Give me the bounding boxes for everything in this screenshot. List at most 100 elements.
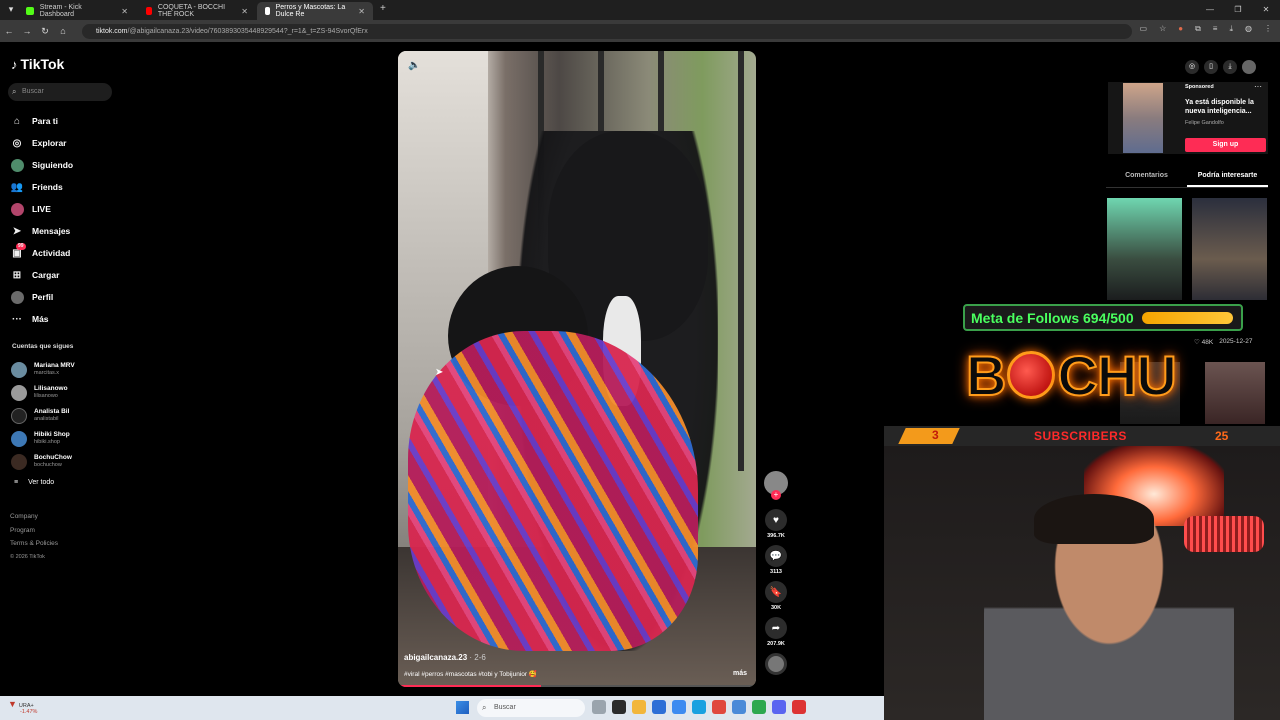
tab-comentarios[interactable]: Comentarios — [1106, 168, 1187, 187]
following-item[interactable]: Analista Bil analistabil — [11, 404, 75, 427]
app-icon[interactable] — [732, 700, 746, 714]
recommended-video-thumbnail[interactable] — [1192, 198, 1267, 300]
more-link[interactable]: más — [733, 670, 747, 677]
device-icon[interactable]: ▯ — [1204, 60, 1218, 74]
ad-more-icon[interactable]: ··· — [1254, 82, 1262, 91]
footer-link-terms[interactable]: Terms & Policies — [10, 537, 58, 551]
close-tab-icon[interactable]: ✕ — [121, 7, 128, 16]
recommended-video-thumbnail[interactable] — [1107, 198, 1182, 300]
home-icon[interactable]: ⌂ — [54, 26, 72, 36]
windows-start-icon[interactable] — [456, 701, 469, 714]
video-progress-bar[interactable] — [398, 685, 756, 687]
new-tab-icon[interactable]: + — [380, 3, 386, 14]
like-action[interactable]: ♥ 396.7K — [765, 509, 787, 539]
taskbar-search-input[interactable]: ⌕ Buscar — [477, 699, 585, 717]
extension-icon[interactable]: ● — [1178, 24, 1183, 34]
following-item[interactable]: Lilisanowo lilisanowo — [11, 381, 75, 404]
file-explorer-icon[interactable] — [632, 700, 646, 714]
comment-count: 3113 — [770, 569, 782, 575]
close-window-icon[interactable]: ✕ — [1252, 0, 1280, 20]
video-player[interactable]: 🔈 abigailcanaza.23 · 2-6 #viral #perros … — [398, 51, 756, 687]
sidebar-item-explorar[interactable]: ◎ Explorar — [10, 132, 73, 154]
like-count: 396.7K — [767, 533, 785, 539]
tab-youtube-coqueta[interactable]: COQUETA - BOCCHI THE ROCK ✕ — [138, 2, 256, 20]
sidebar-item-friends[interactable]: 👥 Friends — [10, 176, 73, 198]
tiktok-favicon-icon — [265, 7, 270, 15]
minimize-icon[interactable]: — — [1196, 0, 1224, 20]
following-item[interactable]: Hibiki Shop hibiki.shop — [11, 427, 75, 450]
download-icon[interactable]: ⤓ — [1223, 60, 1237, 74]
sidebar-item-para-ti[interactable]: ⌂ Para ti — [10, 110, 73, 132]
cast-icon[interactable]: ▭ — [1140, 24, 1148, 34]
sidebar-item-perfil[interactable]: Perfil — [10, 286, 73, 308]
stock-chart-icon: ▼ — [8, 699, 17, 709]
compass-icon[interactable]: ◎ — [1185, 60, 1199, 74]
sign-up-button[interactable]: Sign up — [1185, 138, 1266, 152]
back-icon[interactable]: ← — [0, 26, 18, 36]
store-icon[interactable] — [652, 700, 666, 714]
profile-icon[interactable]: ◍ — [1245, 24, 1252, 34]
copyright: © 2026 TikTok — [10, 553, 45, 560]
puzzle-icon[interactable]: ⧉ — [1195, 24, 1201, 34]
avatar[interactable] — [1242, 60, 1256, 74]
footer-link-company[interactable]: Company — [10, 510, 58, 524]
tab-title: Stream - Kick Dashboard — [39, 4, 82, 18]
reload-icon[interactable]: ↻ — [36, 26, 54, 37]
stock-widget[interactable]: ▼ URA+ -1.47% — [8, 699, 37, 716]
subscribers-label: SUBSCRIBERS — [1034, 429, 1127, 443]
discord-icon[interactable] — [772, 700, 786, 714]
home-icon: ⌂ — [13, 115, 21, 127]
comment-action[interactable]: 💬 3113 — [765, 545, 787, 575]
save-action[interactable]: 🔖 30K — [765, 581, 787, 611]
sidebar-item-cargar[interactable]: ⊞ Cargar — [10, 264, 73, 286]
sidebar-item-mensajes[interactable]: ➤ Mensajes — [10, 220, 73, 242]
sidebar-item-actividad[interactable]: ▣ 99 Actividad — [10, 242, 73, 264]
following-item[interactable]: BochuChow bochuchow — [11, 450, 75, 473]
bookmark-star-icon[interactable]: ☆ — [1159, 24, 1166, 34]
share-action[interactable]: ➦ 207.9K — [765, 617, 787, 647]
bar — [738, 51, 744, 471]
music-disc-icon[interactable] — [765, 653, 787, 675]
following-item[interactable]: Mariana MRV marcitas.x — [11, 358, 75, 381]
download-icon[interactable]: ⤓ — [1229, 24, 1233, 34]
tab-tiktok-video[interactable]: Perros y Mascotas: La Dulce Re ✕ — [257, 2, 373, 20]
mail-icon[interactable] — [672, 700, 686, 714]
close-tab-icon[interactable]: ✕ — [358, 7, 365, 16]
video-author[interactable]: abigailcanaza.23 · 2-6 — [404, 653, 486, 662]
obs-icon[interactable] — [792, 700, 806, 714]
search-input[interactable]: ⌕ Buscar — [8, 83, 112, 101]
menu-icon[interactable]: ⋮ — [1264, 24, 1272, 34]
volume-icon[interactable]: 🔈 — [408, 60, 420, 71]
follow-plus-icon[interactable]: + — [771, 490, 781, 500]
footer-link-program[interactable]: Program — [10, 524, 58, 538]
media-icon[interactable]: ≡ — [1213, 24, 1218, 34]
progress-fill — [398, 685, 542, 687]
sub-count-right: 25 — [1215, 429, 1229, 443]
chrome-icon[interactable] — [712, 700, 726, 714]
chrome-profile-icon[interactable] — [752, 700, 766, 714]
sidebar-item-live[interactable]: LIVE — [10, 198, 73, 220]
sidebar-item-label: Cargar — [32, 270, 60, 280]
sidebar-item-siguiendo[interactable]: Siguiendo — [10, 154, 73, 176]
share-count: 207.9K — [767, 641, 785, 647]
close-tab-icon[interactable]: ✕ — [241, 7, 248, 16]
recommended-video-thumbnail[interactable] — [1205, 362, 1265, 424]
forward-icon[interactable]: → — [18, 26, 36, 36]
author-avatar[interactable]: + — [764, 471, 788, 500]
sponsored-ad[interactable]: Sponsored ··· Ya está disponible la nuev… — [1108, 82, 1268, 154]
maximize-icon[interactable]: ❐ — [1224, 0, 1252, 20]
window-controls: — ❐ ✕ — [1196, 0, 1280, 20]
edge-icon[interactable] — [692, 700, 706, 714]
address-bar[interactable]: tiktok.com/@abigailcanaza.23/video/76038… — [82, 24, 1132, 39]
task-view-icon[interactable] — [592, 700, 606, 714]
sidebar-item-label: Mensajes — [32, 226, 71, 236]
tiktok-logo[interactable]: ♪ TikTok — [11, 56, 64, 72]
chevron-down-icon: ≡ — [14, 479, 19, 486]
sidebar-item-mas[interactable]: ··· Más — [10, 308, 73, 330]
tab-kick-dashboard[interactable]: Stream - Kick Dashboard ✕ — [18, 2, 136, 20]
compass-icon: ◎ — [12, 137, 22, 149]
terminal-icon[interactable] — [612, 700, 626, 714]
see-all-link[interactable]: ≡ Ver todo — [14, 479, 54, 486]
avatar — [11, 407, 27, 424]
tab-podria-interesarte[interactable]: Podría interesarte — [1187, 168, 1268, 187]
